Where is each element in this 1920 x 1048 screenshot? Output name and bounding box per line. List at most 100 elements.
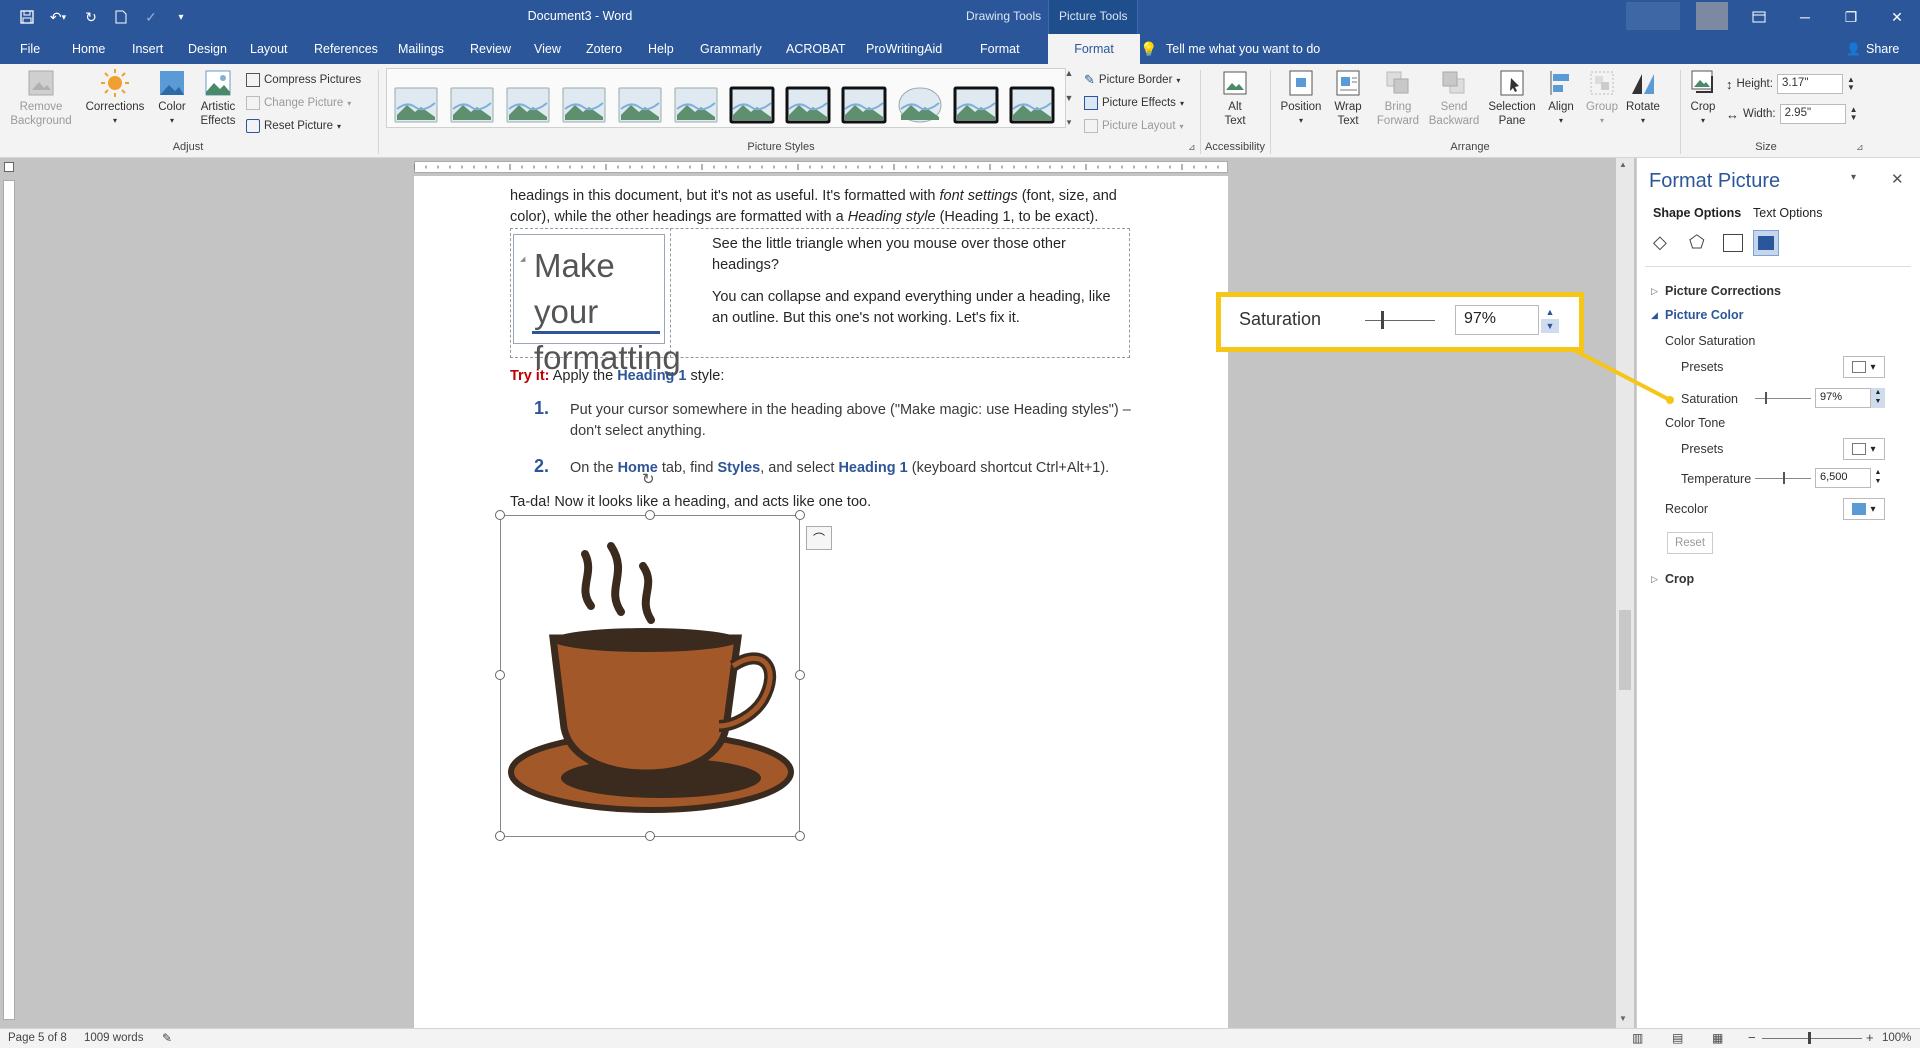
tab-picture-format[interactable]: Format <box>1048 34 1140 64</box>
width-input[interactable]: 2.95" <box>1779 104 1846 124</box>
tab-selector[interactable] <box>4 162 14 172</box>
pane-close-icon[interactable]: ✕ <box>1891 170 1904 188</box>
tab-review[interactable]: Review <box>464 34 517 64</box>
web-layout-icon[interactable]: ▦ <box>1712 1031 1723 1045</box>
document-page[interactable]: headings in this document, but it's not … <box>414 176 1228 1028</box>
picture-effects-button[interactable]: Picture Effects ▾ <box>1084 93 1184 113</box>
check-icon[interactable]: ✓ <box>140 6 162 28</box>
position-button[interactable]: Position ▾ <box>1276 68 1326 128</box>
saturation-spinner[interactable]: ▲ ▼ <box>1871 388 1885 408</box>
picture-style-thumbnail[interactable] <box>841 85 887 125</box>
tab-help[interactable]: Help <box>642 34 680 64</box>
ribbon-display-options-icon[interactable] <box>1736 0 1782 34</box>
tab-zotero[interactable]: Zotero <box>580 34 628 64</box>
send-backward-button[interactable]: Send Backward <box>1426 68 1482 128</box>
gallery-scroll[interactable]: ▲ ▼ ▾ <box>1062 68 1076 128</box>
picture-color-section[interactable]: Picture Color <box>1665 308 1744 322</box>
tab-home[interactable]: Home <box>66 34 111 64</box>
saturation-presets-dropdown[interactable]: ▾ <box>1843 356 1885 378</box>
collapse-caret-icon[interactable]: ◢ <box>1651 310 1658 321</box>
vertical-scrollbar[interactable]: ▲ ▼ <box>1616 158 1634 1028</box>
picture-style-thumbnail[interactable] <box>505 85 551 125</box>
gallery-up-icon[interactable]: ▲ <box>1065 68 1074 78</box>
tab-prowritingaid[interactable]: ProWritingAid <box>860 34 948 64</box>
group-button[interactable]: Group ▾ <box>1584 68 1620 128</box>
tab-insert[interactable]: Insert <box>126 34 169 64</box>
resize-handle[interactable] <box>495 831 505 841</box>
picture-border-button[interactable]: ✎ Picture Border ▾ <box>1084 70 1180 90</box>
avatar[interactable] <box>1696 2 1728 30</box>
minimize-icon[interactable]: ─ <box>1782 0 1828 34</box>
temperature-spinner[interactable]: ▲ ▼ <box>1871 468 1885 488</box>
tell-me-search[interactable]: Tell me what you want to do <box>1160 34 1326 64</box>
page-count[interactable]: Page 5 of 8 <box>8 1032 67 1044</box>
resize-handle[interactable] <box>795 670 805 680</box>
bring-forward-button[interactable]: Bring Forward <box>1374 68 1422 128</box>
picture-style-thumbnail[interactable] <box>617 85 663 125</box>
zoom-level[interactable]: 100% <box>1882 1032 1911 1044</box>
resize-handle[interactable] <box>645 831 655 841</box>
picture-style-thumbnail[interactable] <box>785 85 831 125</box>
save-icon[interactable] <box>16 6 38 28</box>
crop-caret-icon[interactable]: ▷ <box>1651 574 1658 585</box>
selection-pane-button[interactable]: Selection Pane <box>1484 68 1540 128</box>
size-properties-icon[interactable] <box>1723 234 1743 252</box>
horizontal-ruler[interactable] <box>0 158 1616 176</box>
heading-textbox[interactable]: ◢ Make your formatting <box>513 234 681 376</box>
picture-style-thumbnail[interactable] <box>561 85 607 125</box>
zoom-slider-thumb[interactable] <box>1808 1032 1811 1044</box>
tab-acrobat[interactable]: ACROBAT <box>780 34 852 64</box>
word-count[interactable]: 1009 words <box>84 1032 143 1044</box>
saturation-slider[interactable] <box>1755 398 1811 399</box>
expand-caret-icon[interactable]: ▷ <box>1651 286 1658 297</box>
picture-style-thumbnail[interactable] <box>393 85 439 125</box>
alt-text-button[interactable]: Alt Text <box>1208 68 1262 128</box>
color-button[interactable]: Color ▾ <box>152 68 192 128</box>
resize-handle[interactable] <box>495 510 505 520</box>
tab-file[interactable]: File <box>14 34 46 64</box>
remove-background-button[interactable]: Remove Background <box>8 68 74 128</box>
collapse-triangle-icon[interactable]: ◢ <box>520 255 525 263</box>
resize-handle[interactable] <box>495 670 505 680</box>
resize-handle[interactable] <box>795 510 805 520</box>
change-picture-button[interactable]: Change Picture ▾ <box>246 93 351 113</box>
restore-icon[interactable]: ❐ <box>1828 0 1874 34</box>
proofing-icon[interactable]: ✎ <box>162 1031 172 1045</box>
text-options-tab[interactable]: Text Options <box>1753 206 1822 220</box>
layout-options-icon[interactable]: ⌒ <box>806 526 832 550</box>
zoom-out-icon[interactable]: − <box>1748 1030 1756 1045</box>
pane-options-icon[interactable]: ▾ <box>1851 172 1856 183</box>
dialog-launcher-icon[interactable]: ⊿ <box>1188 142 1196 153</box>
temperature-input[interactable]: 6,500 <box>1815 468 1871 488</box>
tab-drawing-format[interactable]: Format <box>974 34 1026 64</box>
fill-line-icon[interactable]: ◇ <box>1653 232 1667 253</box>
print-layout-icon[interactable]: ▤ <box>1672 1031 1683 1045</box>
picture-layout-button[interactable]: Picture Layout ▾ <box>1084 116 1184 136</box>
new-document-icon[interactable] <box>110 6 132 28</box>
selected-picture[interactable] <box>500 515 800 837</box>
picture-style-thumbnail[interactable] <box>1009 85 1055 125</box>
tone-presets-dropdown[interactable]: ▾ <box>1843 438 1885 460</box>
align-button[interactable]: Align ▾ <box>1542 68 1580 128</box>
wrap-text-button[interactable]: Wrap Text <box>1330 68 1366 128</box>
gallery-more-icon[interactable]: ▾ <box>1067 117 1072 128</box>
artistic-effects-button[interactable]: Artistic Effects <box>196 68 240 128</box>
picture-style-thumbnail[interactable] <box>897 85 943 125</box>
height-spinner[interactable]: ▲ ▼ <box>1847 76 1855 92</box>
vertical-ruler[interactable] <box>0 176 18 1028</box>
picture-corrections-section[interactable]: Picture Corrections <box>1665 284 1781 298</box>
saturation-input[interactable]: 97% <box>1815 388 1871 408</box>
close-icon[interactable]: ✕ <box>1874 0 1920 34</box>
height-input[interactable]: 3.17" <box>1776 74 1843 94</box>
temperature-slider-thumb[interactable] <box>1783 472 1785 484</box>
tab-mailings[interactable]: Mailings <box>392 34 450 64</box>
saturation-slider-thumb[interactable] <box>1765 392 1767 404</box>
rotate-button[interactable]: Rotate ▾ <box>1622 68 1664 128</box>
picture-style-thumbnail[interactable] <box>673 85 719 125</box>
picture-icon[interactable] <box>1753 230 1779 256</box>
tab-design[interactable]: Design <box>182 34 233 64</box>
rotate-handle-icon[interactable]: ↻ <box>642 470 655 488</box>
tab-layout[interactable]: Layout <box>244 34 294 64</box>
resize-handle[interactable] <box>645 510 655 520</box>
gallery-down-icon[interactable]: ▼ <box>1065 93 1074 103</box>
